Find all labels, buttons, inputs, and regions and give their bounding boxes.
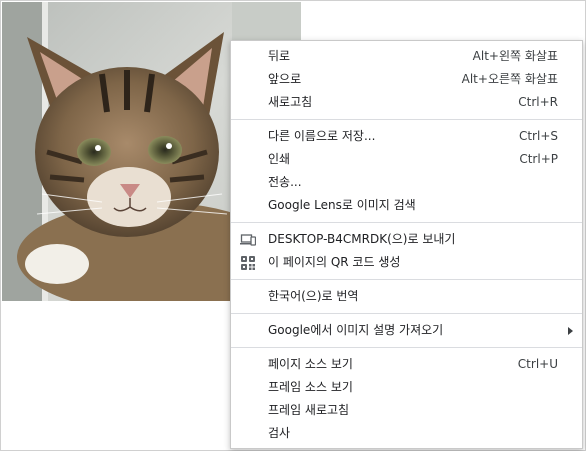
menu-separator bbox=[231, 313, 582, 314]
menu-item[interactable]: 프레임 새로고침 bbox=[231, 399, 582, 422]
menu-item-shortcut: Alt+왼쪽 화살표 bbox=[472, 49, 558, 63]
menu-item[interactable]: 전송... bbox=[231, 171, 582, 194]
menu-item-label: 전송... bbox=[268, 175, 302, 189]
menu-separator bbox=[231, 347, 582, 348]
menu-item-shortcut: Ctrl+R bbox=[518, 95, 558, 109]
menu-item[interactable]: 프레임 소스 보기 bbox=[231, 376, 582, 399]
menu-item-label: Google Lens로 이미지 검색 bbox=[268, 198, 416, 212]
submenu-arrow-icon bbox=[568, 327, 573, 335]
menu-item-label: 인쇄 bbox=[268, 152, 291, 166]
menu-separator bbox=[231, 119, 582, 120]
menu-item-label: 페이지 소스 보기 bbox=[268, 357, 353, 371]
menu-item[interactable]: DESKTOP-B4CMRDK(으)로 보내기 bbox=[231, 228, 582, 251]
menu-item[interactable]: 이 페이지의 QR 코드 생성 bbox=[231, 251, 582, 274]
menu-item[interactable]: 한국어(으)로 번역 bbox=[231, 285, 582, 308]
menu-item-label: 한국어(으)로 번역 bbox=[268, 289, 359, 303]
menu-item[interactable]: Google에서 이미지 설명 가져오기 bbox=[231, 319, 582, 342]
menu-item-label: 프레임 새로고침 bbox=[268, 403, 350, 417]
menu-item-label: 검사 bbox=[268, 426, 291, 440]
menu-item-label: 새로고침 bbox=[268, 95, 313, 109]
devices-icon bbox=[240, 232, 257, 248]
menu-item-label: DESKTOP-B4CMRDK(으)로 보내기 bbox=[268, 232, 456, 246]
menu-item[interactable]: Google Lens로 이미지 검색 bbox=[231, 194, 582, 217]
menu-item-shortcut: Ctrl+S bbox=[518, 129, 558, 143]
menu-item-shortcut: Alt+오른쪽 화살표 bbox=[461, 72, 558, 86]
menu-item[interactable]: 검사 bbox=[231, 422, 582, 445]
menu-item-label: 뒤로 bbox=[268, 49, 291, 63]
menu-item[interactable]: 다른 이름으로 저장... Ctrl+S bbox=[231, 125, 582, 148]
menu-item-label: Google에서 이미지 설명 가져오기 bbox=[268, 323, 444, 337]
menu-item[interactable]: 새로고침 Ctrl+R bbox=[231, 91, 582, 114]
qr-code-icon bbox=[240, 255, 256, 271]
menu-item-label: 앞으로 bbox=[268, 72, 302, 86]
context-menu: 뒤로 Alt+왼쪽 화살표앞으로 Alt+오른쪽 화살표새로고침 Ctrl+R 다른 이… bbox=[230, 40, 583, 449]
menu-item-shortcut: Ctrl+U bbox=[517, 357, 558, 371]
menu-item-shortcut: Ctrl+P bbox=[519, 152, 558, 166]
menu-item[interactable]: 인쇄 Ctrl+P bbox=[231, 148, 582, 171]
menu-separator bbox=[231, 279, 582, 280]
menu-item[interactable]: 페이지 소스 보기 Ctrl+U bbox=[231, 353, 582, 376]
menu-item[interactable]: 앞으로 Alt+오른쪽 화살표 bbox=[231, 68, 582, 91]
menu-item-label: 프레임 소스 보기 bbox=[268, 380, 353, 394]
menu-item[interactable]: 뒤로 Alt+왼쪽 화살표 bbox=[231, 45, 582, 68]
menu-separator bbox=[231, 222, 582, 223]
menu-item-label: 이 페이지의 QR 코드 생성 bbox=[268, 255, 401, 269]
menu-item-label: 다른 이름으로 저장... bbox=[268, 129, 376, 143]
